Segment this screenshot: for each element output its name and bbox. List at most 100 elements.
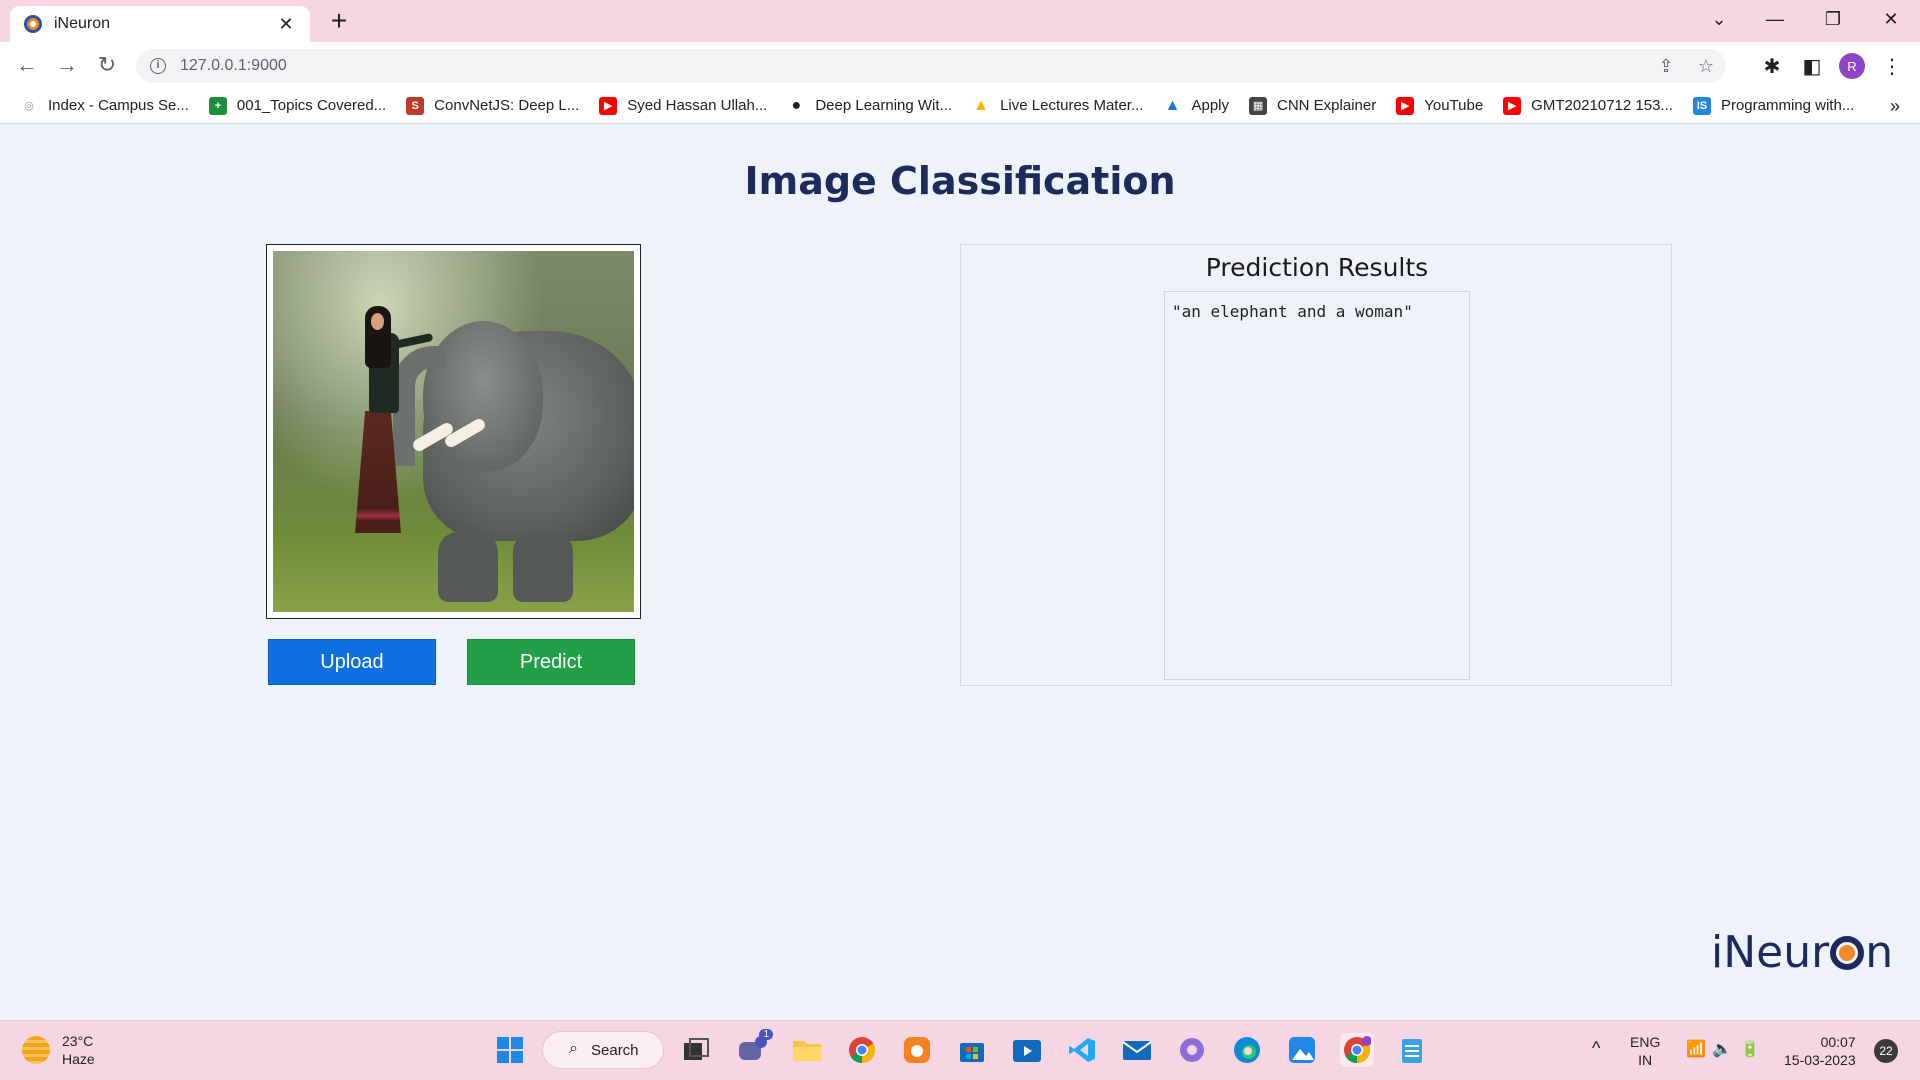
bookmark-star-icon[interactable]: ☆ [1686,56,1726,77]
bookmark-item[interactable]: ▶ GMT20210712 153... [1503,96,1673,115]
bookmark-label: Apply [1191,97,1230,114]
results-title: Prediction Results [1205,253,1429,282]
teams-chat-icon[interactable]: 1 [735,1029,773,1067]
bookmark-item[interactable]: +001_Topics Covered... [208,96,387,115]
bookmark-label: Live Lectures Mater... [1000,97,1144,114]
clock[interactable]: 00:07 15-03-2023 [1784,1033,1856,1069]
logo-text-left: iNeur [1711,927,1830,978]
taskbar-search-button[interactable]: ⌕ Search [542,1031,664,1069]
bookmark-label: Deep Learning Wit... [815,97,953,114]
copilot-app-icon[interactable] [1175,1033,1209,1067]
tab-search-icon[interactable]: ⌄ [1696,0,1742,38]
bookmark-item[interactable]: S ConvNetJS: Deep L... [406,96,579,115]
bookmark-label: Index - Campus Se... [48,97,189,114]
predict-button[interactable]: Predict [467,639,635,685]
reload-icon[interactable]: ↻ [92,50,122,80]
bookmark-item[interactable]: IS Programming with... [1692,96,1854,115]
bookmark-label: 001_Topics Covered... [236,97,387,114]
upload-button[interactable]: Upload [268,639,436,685]
youtube-icon: ▶ [1503,96,1522,115]
language-code: ENG [1630,1034,1661,1050]
teams-badge: 1 [759,1029,773,1040]
browser-tab[interactable]: iNeuron ✕ [10,6,310,42]
language-region: IN [1638,1052,1653,1068]
bookmark-label: CNN Explainer [1277,97,1377,114]
site-info-icon[interactable]: i [150,58,166,74]
volume-icon[interactable]: 🔈 [1712,1041,1732,1059]
bookmark-label: GMT20210712 153... [1531,97,1673,114]
temperature: 23°C [62,1033,94,1049]
side-panel-icon[interactable]: ◧ [1798,52,1826,80]
woman-face-shape [371,313,384,330]
minimize-button[interactable]: — [1752,0,1798,38]
is-icon: IS [1692,96,1711,115]
sheets-icon: + [208,96,227,115]
photos-icon[interactable] [1285,1033,1319,1067]
bookmark-item[interactable]: ▦ CNN Explainer [1249,96,1377,115]
start-icon[interactable] [493,1033,527,1067]
close-window-button[interactable]: ✕ [1868,0,1914,38]
mail-icon[interactable] [1120,1033,1154,1067]
elephant-leg-shape [438,532,498,602]
weather-condition: Haze [62,1051,95,1067]
bookmark-item[interactable]: ● Deep Learning Wit... [787,97,952,115]
page-content: Image Classification Upload Predict Pred… [0,125,1920,1020]
new-tab-button[interactable]: + [324,6,354,36]
s-icon: S [406,96,425,115]
restore-button[interactable]: ❐ [1810,0,1856,38]
show-hidden-icons-icon[interactable]: ^ [1592,1039,1600,1057]
more-bookmarks-icon[interactable]: » [1890,96,1900,117]
bookmark-item[interactable]: ▲ Live Lectures Mater... [972,97,1143,115]
microsoft-store-icon[interactable] [955,1033,989,1067]
ineuron-logo: iNeur n [1711,927,1893,978]
bookmark-item[interactable]: ▶ YouTube [1396,96,1483,115]
prediction-output[interactable]: "an elephant and a woman" [1164,291,1470,680]
vscode-icon[interactable] [1065,1033,1099,1067]
profile-button[interactable]: R [1838,52,1866,80]
forward-icon[interactable]: → [52,50,82,80]
clock-time: 00:07 [1820,1034,1856,1050]
browser-toolbar: ← → ↻ i 127.0.0.1:9000 ⇪ ☆ ✱ ◧ R ⋮ [0,42,1920,88]
uploaded-image [273,251,634,612]
page-title: Image Classification [744,159,1176,203]
file-explorer-icon[interactable] [790,1033,824,1067]
bookmark-item[interactable]: ▲ Apply [1163,97,1229,115]
globe-icon: ● [791,96,802,114]
search-label: Search [591,1041,639,1059]
notification-badge[interactable]: 22 [1874,1039,1898,1063]
close-tab-icon[interactable]: ✕ [276,14,296,35]
language-indicator[interactable]: ENG IN [1630,1033,1660,1069]
bookmark-item[interactable]: ◎ Index - Campus Se... [20,97,189,115]
wifi-icon[interactable]: 📶 [1686,1041,1706,1059]
search-icon: ⌕ [569,1040,578,1057]
bookmark-label: Syed Hassan Ullah... [627,97,768,114]
apply-icon: ▲ [1164,96,1181,114]
media-player-icon[interactable] [1010,1033,1044,1067]
tab-title: iNeuron [54,15,111,32]
share-icon[interactable]: ⇪ [1646,56,1686,77]
chrome-profile-icon[interactable] [1340,1033,1374,1067]
windows-taskbar: 23°C Haze ⌕ Search 1 ^ ENG IN 📶 🔈 🔋 00:0… [0,1020,1920,1080]
back-icon[interactable]: ← [12,50,42,80]
edge-icon[interactable] [1230,1033,1264,1067]
address-bar[interactable]: i 127.0.0.1:9000 ⇪ ☆ [136,49,1726,83]
avatar: R [1839,53,1865,79]
tab-strip: iNeuron ✕ + ⌄ — ❐ ✕ [0,0,1920,42]
chrome-icon[interactable] [845,1033,879,1067]
menu-icon[interactable]: ⋮ [1878,52,1906,80]
bookmarks-bar: ◎ Index - Campus Se... +001_Topics Covered… [0,88,1920,124]
campus-icon: ◎ [24,100,34,112]
notepad-icon[interactable] [1395,1033,1429,1067]
bookmark-item[interactable]: ▶ Syed Hassan Ullah... [599,96,768,115]
extensions-icon[interactable]: ✱ [1758,52,1786,80]
haze-weather-icon [22,1036,50,1064]
drive-icon: ▲ [973,96,989,114]
youtube-icon: ▶ [1396,96,1415,115]
uc-browser-icon[interactable] [900,1033,934,1067]
cnn-explainer-icon: ▦ [1249,96,1268,115]
task-view-icon[interactable] [679,1033,713,1067]
elephant-leg-shape [513,532,573,602]
battery-icon[interactable]: 🔋 [1740,1041,1760,1059]
url-text: 127.0.0.1:9000 [180,57,287,74]
weather-widget[interactable]: 23°C Haze [22,1032,95,1068]
